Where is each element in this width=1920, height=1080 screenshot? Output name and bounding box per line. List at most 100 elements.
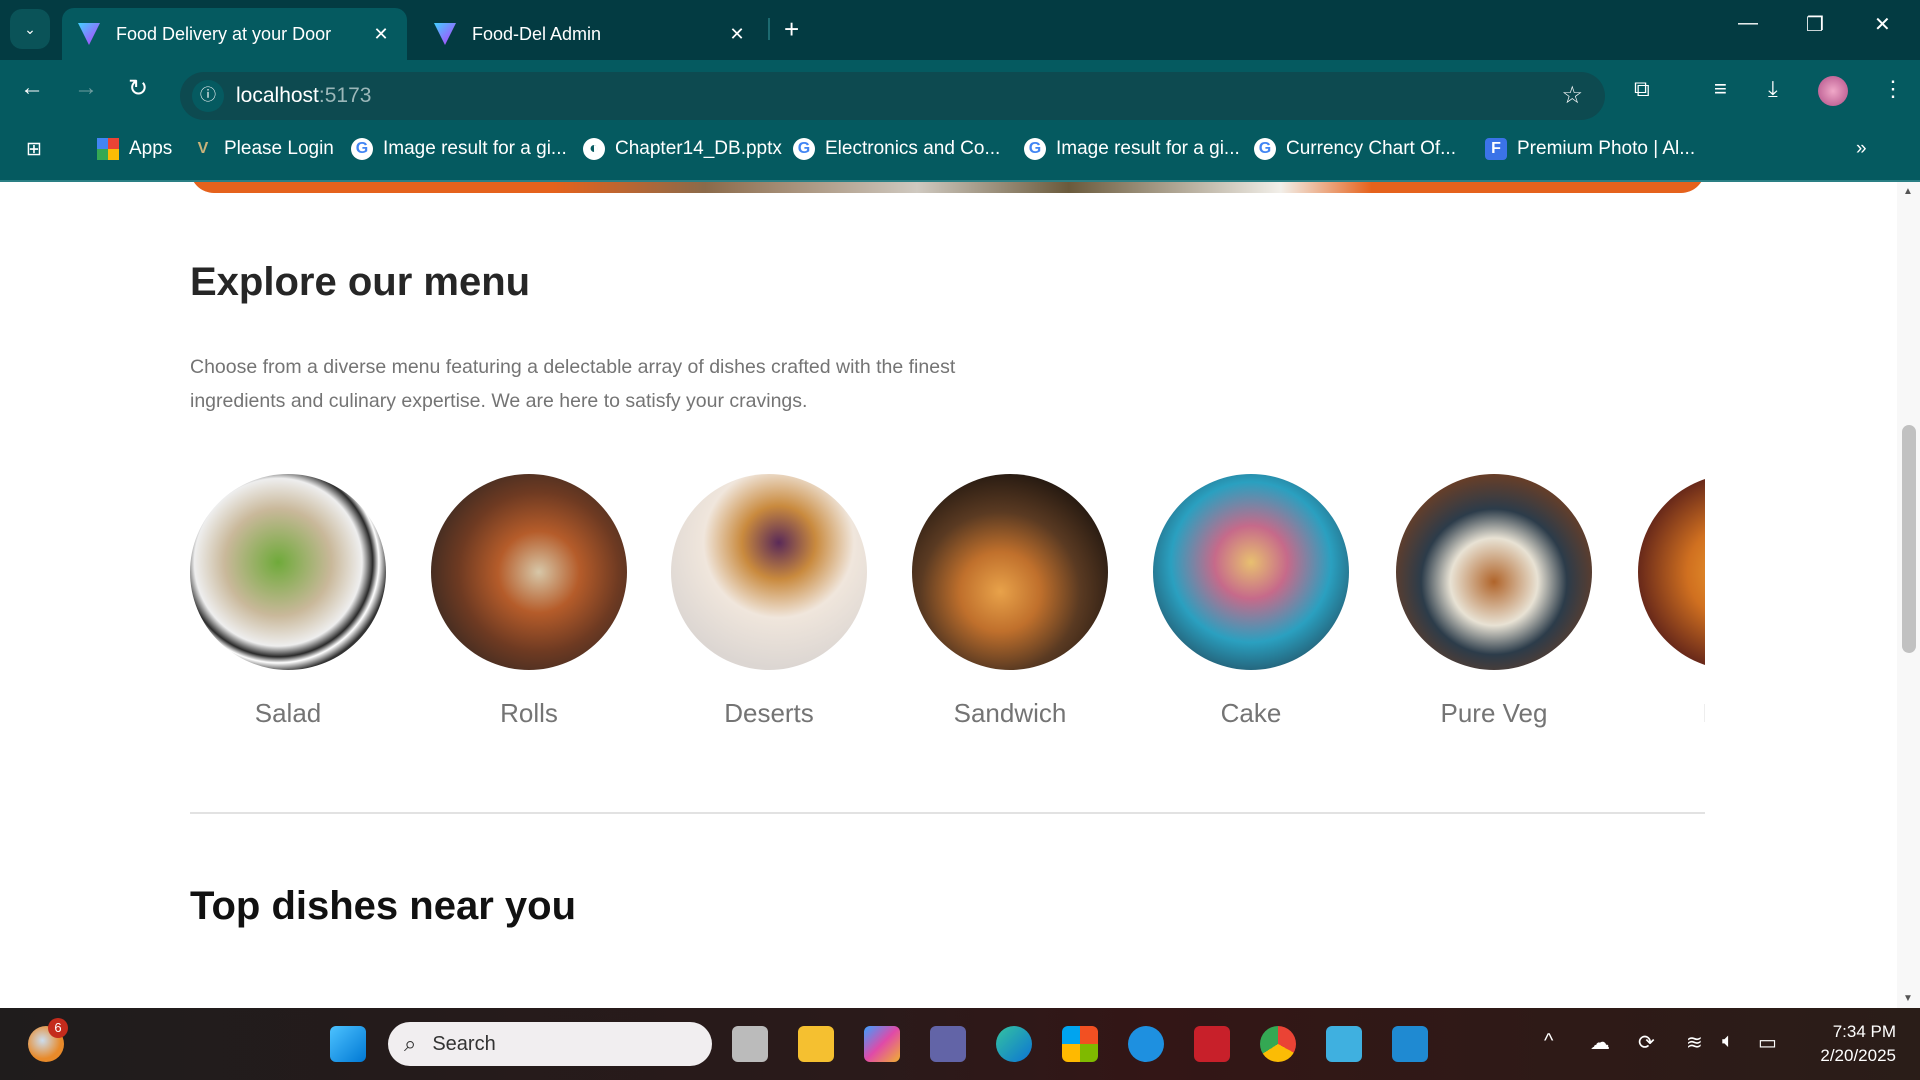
bookmarks-bar: ⊞ Apps V Please Login G Image result for a… — [0, 120, 1920, 182]
scrollbar-thumb[interactable] — [1902, 425, 1916, 653]
tab-divider — [768, 18, 770, 40]
browser-toolbar: ← → ↻ ⓘ localhost:5173 ☆ ⧉ ≡ ⤓ ⋮ — [0, 60, 1920, 120]
forward-icon[interactable]: → — [74, 74, 98, 102]
vite-icon — [434, 23, 456, 45]
sandwich-image — [912, 474, 1108, 670]
vite-icon — [78, 23, 100, 45]
menu-item-label: Pure Veg — [1440, 698, 1548, 728]
bookmark-label: Electronics and Co... — [825, 138, 1001, 159]
onedrive-icon[interactable]: ☁ — [1590, 1030, 1610, 1055]
bookmark-electronics[interactable]: G Electronics and Co... — [793, 138, 1000, 160]
bookmark-label: Image result for a gi... — [1056, 138, 1240, 159]
menu-item-rolls[interactable]: Rolls — [431, 474, 627, 729]
menu-category-list[interactable]: Salad Rolls Deserts Sandwich Cake Pure V… — [190, 474, 1705, 774]
reload-icon[interactable]: ↻ — [128, 74, 148, 103]
freepik-icon: F — [1485, 138, 1507, 160]
side-panel-icon[interactable]: ⊞ — [26, 138, 42, 161]
bookmark-label: Chapter14_DB.pptx — [615, 138, 782, 159]
taskbar-search[interactable]: ⌕ Search — [388, 1022, 712, 1066]
tab-search-button[interactable]: ⌄ — [10, 9, 50, 49]
bookmark-image-result-2[interactable]: G Image result for a gi... — [1024, 138, 1240, 160]
explore-menu-heading: Explore our menu — [190, 260, 531, 304]
globe-icon: ◐ — [583, 138, 605, 160]
rolls-image — [431, 474, 627, 670]
bookmark-label: Apps — [129, 138, 173, 159]
file-explorer-icon[interactable] — [798, 1026, 834, 1062]
salad-image — [190, 474, 386, 670]
show-hidden-icons[interactable]: ^ — [1544, 1030, 1553, 1053]
deserts-image — [671, 474, 867, 670]
extensions-icon[interactable]: ⧉ — [1634, 76, 1650, 102]
bookmark-currency-chart[interactable]: G Currency Chart Of... — [1254, 138, 1456, 160]
clock-date: 2/20/2025 — [1820, 1046, 1896, 1065]
more-bookmarks-icon[interactable]: » — [1856, 138, 1867, 160]
close-tab-icon[interactable]: ✕ — [727, 24, 747, 45]
menu-item-label: Salad — [254, 698, 322, 728]
notepad-icon[interactable] — [1326, 1026, 1362, 1062]
bookmark-chapter14[interactable]: ◐ Chapter14_DB.pptx — [583, 138, 782, 160]
scroll-down-icon[interactable]: ▼ — [1903, 993, 1913, 1004]
tab-food-delivery[interactable]: Food Delivery at your Door ✕ — [62, 8, 407, 60]
tab-food-del-admin[interactable]: Food-Del Admin ✕ — [418, 8, 763, 60]
chrome-icon[interactable] — [1260, 1026, 1296, 1062]
menu-item-pure-veg[interactable]: Pure Veg — [1396, 474, 1592, 729]
bookmark-label: Please Login — [224, 138, 334, 159]
restore-icon[interactable]: ❐ — [1806, 12, 1824, 37]
mcafee-icon[interactable] — [1194, 1026, 1230, 1062]
menu-item-label: Deserts — [724, 698, 814, 728]
windows-start-icon[interactable] — [330, 1026, 366, 1062]
bookmark-premium-photo[interactable]: F Premium Photo | Al... — [1485, 138, 1695, 160]
page-scrollbar[interactable]: ▲ ▼ — [1897, 182, 1920, 1008]
address-bar[interactable]: ⓘ localhost:5173 ☆ — [180, 72, 1605, 120]
site-info-icon[interactable]: ⓘ — [192, 80, 224, 112]
search-placeholder: Search — [432, 1032, 496, 1055]
pasta-image — [1638, 474, 1705, 670]
battery-icon[interactable]: ▭ — [1758, 1030, 1777, 1055]
google-icon: G — [1254, 138, 1276, 160]
menu-item-sandwich[interactable]: Sandwich — [912, 474, 1108, 729]
menu-item-pasta[interactable]: Pasta — [1638, 474, 1705, 729]
wifi-icon[interactable]: ≋ — [1686, 1030, 1703, 1055]
minimize-icon[interactable]: — — [1738, 12, 1758, 35]
url-text[interactable]: localhost:5173 — [236, 84, 371, 108]
section-divider — [190, 812, 1705, 814]
google-icon: G — [351, 138, 373, 160]
menu-item-deserts[interactable]: Deserts — [671, 474, 867, 729]
cake-image — [1153, 474, 1349, 670]
bookmark-image-result-1[interactable]: G Image result for a gi... — [351, 138, 567, 160]
apps-grid-icon — [97, 138, 119, 160]
profile-avatar[interactable] — [1818, 76, 1848, 106]
vscode-icon[interactable] — [1392, 1026, 1428, 1062]
bookmark-label: Image result for a gi... — [383, 138, 567, 159]
menu-item-cake[interactable]: Cake — [1153, 474, 1349, 729]
notification-badge: 6 — [48, 1018, 68, 1038]
close-window-icon[interactable]: ✕ — [1874, 12, 1891, 37]
download-icon[interactable]: ⤓ — [1768, 76, 1778, 102]
teams-icon[interactable] — [930, 1026, 966, 1062]
menu-item-label: Cake — [1220, 698, 1282, 728]
edge-icon[interactable] — [996, 1026, 1032, 1062]
volume-icon[interactable]: 🔈︎ — [1722, 1030, 1734, 1053]
page-content: Explore our menu Choose from a diverse m… — [0, 182, 1897, 1008]
close-tab-icon[interactable]: ✕ — [371, 24, 391, 45]
new-tab-button[interactable]: + — [784, 14, 799, 45]
scroll-up-icon[interactable]: ▲ — [1903, 186, 1913, 197]
menu-kebab-icon[interactable]: ⋮ — [1882, 76, 1904, 102]
microsoft-store-icon[interactable] — [1062, 1026, 1098, 1062]
system-clock[interactable]: 7:34 PM 2/20/2025 — [1820, 1020, 1896, 1068]
menu-item-salad[interactable]: Salad — [190, 474, 386, 729]
back-icon[interactable]: ← — [20, 74, 44, 102]
menu-item-label: Sandwich — [953, 698, 1067, 728]
media-control-icon[interactable]: ≡ — [1714, 76, 1727, 102]
google-icon: G — [793, 138, 815, 160]
tab-strip: ⌄ Food Delivery at your Door ✕ Food-Del … — [0, 0, 1920, 60]
sync-icon[interactable]: ⟳ — [1638, 1030, 1655, 1055]
task-view-icon[interactable] — [732, 1026, 768, 1062]
bookmark-please-login[interactable]: V Please Login — [192, 138, 334, 160]
google-icon: G — [1024, 138, 1046, 160]
bookmark-apps[interactable]: Apps — [97, 138, 172, 160]
copilot-icon[interactable] — [864, 1026, 900, 1062]
v-logo-icon: V — [197, 140, 209, 157]
bookmark-star-icon[interactable]: ☆ — [1561, 81, 1583, 110]
get-help-icon[interactable] — [1128, 1026, 1164, 1062]
